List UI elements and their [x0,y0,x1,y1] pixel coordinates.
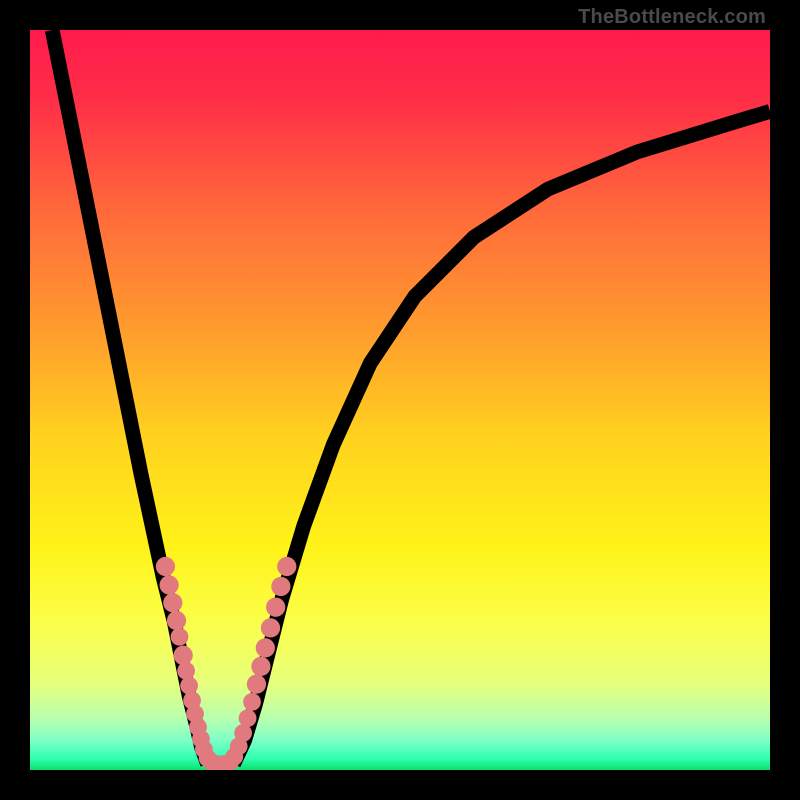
highlight-dot [171,628,189,646]
highlight-dot [266,598,285,617]
highlight-dot [256,638,275,657]
watermark-text: TheBottleneck.com [578,6,766,29]
highlight-dot [247,675,266,694]
highlight-dot [243,693,261,711]
highlight-dot [239,709,257,727]
highlight-dot [156,557,175,576]
highlight-dot [174,646,193,665]
highlight-dot [271,577,290,596]
plot-area [30,30,770,770]
highlight-dot [277,557,296,576]
curve-right-branch [234,111,771,764]
highlight-dot [251,657,270,676]
highlight-dot [177,662,195,680]
highlight-dot [180,677,198,695]
bottleneck-curve [30,30,770,770]
highlight-dot [167,611,186,630]
highlight-dot [261,618,280,637]
chart-frame: TheBottleneck.com [0,0,800,800]
highlight-dot [160,575,179,594]
highlight-dot [163,593,182,612]
